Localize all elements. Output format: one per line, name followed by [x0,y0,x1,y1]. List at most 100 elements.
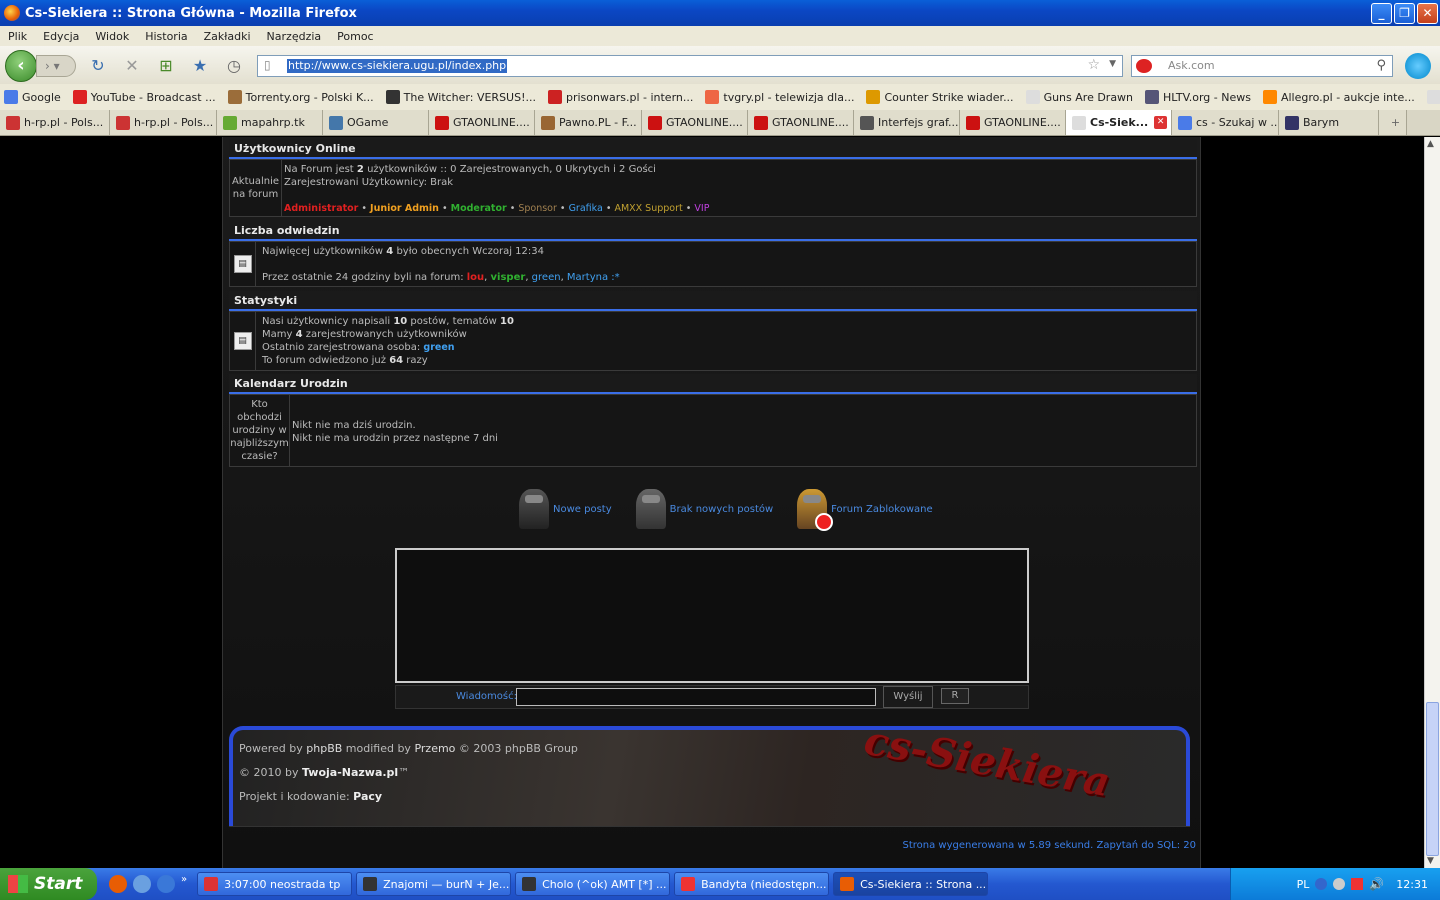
user-group-link[interactable]: Martyna :* [567,272,620,283]
scroll-down-icon[interactable]: ▼ [1427,856,1434,866]
refresh-button[interactable]: R [941,688,969,704]
antivirus-icon[interactable] [1351,878,1364,890]
browser-tab[interactable]: Barym [1279,110,1379,135]
bookmark-label: tvgry.pl - telewizja dla... [723,90,855,104]
maximize-button[interactable]: ❐ [1394,3,1415,24]
menu-item[interactable]: Widok [87,30,137,43]
browser-tab[interactable]: h-rp.pl - Pols... [0,110,110,135]
vertical-scrollbar[interactable]: ▲ ▼ [1424,137,1440,868]
menu-item[interactable]: Plik [0,30,35,43]
taskbar-button[interactable]: 3:07:00 neostrada tp [197,872,353,896]
browser-tab[interactable]: mapahrp.tk [217,110,323,135]
browser-tab[interactable]: h-rp.pl - Pols... [110,110,217,135]
birthday-box: Kto obchodzi urodziny w najbliższym czas… [229,394,1197,467]
browser-tab[interactable]: Interfejs graf... [854,110,960,135]
bookmark-item[interactable]: Allegro.pl - aukcje inte... [1259,90,1415,104]
user-group-link[interactable]: AMXX Support [614,203,682,214]
shoutbox-messages[interactable] [395,548,1029,683]
more-icon[interactable]: » [181,874,187,885]
taskbar-button[interactable]: Cs-Siekiera :: Strona ... [833,872,989,896]
stop-icon[interactable]: ✕ [122,56,142,76]
browser-tab[interactable]: OGame [323,110,429,135]
menu-item[interactable]: Pomoc [329,30,381,43]
language-indicator[interactable]: PL [1297,878,1310,891]
browser-tab[interactable]: GTAONLINE.... [429,110,535,135]
browser-tab[interactable]: GTAONLINE.... [960,110,1066,135]
bookmark-item[interactable]: Torrenty.org - Polski K... [224,90,374,104]
powered-by: Powered by phpBB modified by Przemo © 20… [239,742,578,755]
tab-label: h-rp.pl - Pols... [134,116,214,129]
przemo-link[interactable]: Przemo [414,742,455,755]
bookmark-item[interactable]: tvgry.pl - telewizja dla... [701,90,854,104]
address-bar[interactable]: ▯ http://www.cs-siekiera.ugu.pl/index.ph… [257,55,1123,77]
reload-icon[interactable]: ↻ [88,56,108,76]
search-input[interactable]: Ask.com ⚲ [1131,55,1393,77]
scroll-thumb[interactable] [1426,702,1439,856]
history-icon[interactable]: ◷ [224,56,244,76]
browser-tab[interactable]: cs - Szukaj w ... [1172,110,1279,135]
copyright: © 2010 by Twoja-Nazwa.pl™ [239,766,410,779]
bookmark-item[interactable]: Google [0,90,61,104]
tab-favicon-icon [435,115,449,130]
url-text[interactable]: http://www.cs-siekiera.ugu.pl/index.php [287,59,508,73]
menu-item[interactable]: Zakładki [196,30,259,43]
dropdown-icon[interactable]: ▼ [1109,59,1116,69]
bookmark-item[interactable]: YouTube - Broadcast ... [69,90,216,104]
taskbar-button[interactable]: Cholo (^ok) AMT [*] ... [515,872,671,896]
forum-container: Użytkownicy Online Aktualnie na forum Na… [222,137,1201,868]
phpbb-link[interactable]: phpBB [306,742,342,755]
user-group-link[interactable]: Moderator [451,203,507,214]
minimize-button[interactable]: _ [1371,3,1392,24]
user-group-link[interactable]: green [532,272,561,283]
close-tab-icon[interactable]: ✕ [1154,116,1168,129]
menu-item[interactable]: Edycja [35,30,87,43]
desktop-quicklaunch-icon[interactable] [157,875,175,893]
taskbar-button[interactable]: Znajomi — burN + Je... [356,872,512,896]
search-icon[interactable]: ⚲ [1376,56,1386,76]
volume-icon[interactable]: 🔊 [1369,877,1384,891]
browser-tab[interactable]: GTAONLINE.... [642,110,748,135]
new-tab-icon[interactable]: ⊞ [156,56,176,76]
bookmark-item[interactable]: prisonwars.pl - intern... [544,90,693,104]
newest-user-link[interactable]: green [423,342,454,353]
bookmark-item[interactable]: The Witcher: VERSUS!... [382,90,536,104]
menu-item[interactable]: Narzędzia [259,30,330,43]
scroll-up-icon[interactable]: ▲ [1427,139,1434,149]
browser-tab[interactable]: Pawno.PL - F... [535,110,642,135]
start-button[interactable]: Start [0,868,97,900]
visits-icon-cell: ▤ [230,242,256,286]
close-button[interactable]: ✕ [1417,3,1438,24]
send-button[interactable]: Wyślij [883,686,933,708]
back-button[interactable]: ‹ [5,50,37,82]
forward-button[interactable]: › ▾ [36,55,76,77]
firefox-quicklaunch-icon[interactable] [109,875,127,893]
message-input[interactable] [516,688,876,706]
tab-favicon-icon [966,115,980,130]
stats-header: Statystyki [229,291,1197,311]
user-group-link[interactable]: Junior Admin [370,203,439,214]
user-group-link[interactable]: lou [467,272,484,283]
user-group-link[interactable]: VIP [694,203,709,214]
bookmark-item[interactable]: Counter Strike wiader... [862,90,1014,104]
user-group-link[interactable]: visper [491,272,526,283]
tab-favicon-icon [648,115,662,130]
steam-icon[interactable] [1333,878,1346,890]
menu-item[interactable]: Historia [137,30,195,43]
bookmark-item[interactable]: HLTV.org - News [1141,90,1251,104]
bookmarks-icon[interactable]: ★ [190,56,210,76]
bookmark-item[interactable]: citylife.jun.pl :: Stron... [1423,90,1440,104]
star-icon[interactable]: ☆ [1087,57,1100,73]
network-icon[interactable] [1315,878,1328,890]
browser-tab[interactable]: Cs-Siek... ✕ [1066,110,1172,135]
ie-quicklaunch-icon[interactable] [133,875,151,893]
clock[interactable]: 12:31 [1396,878,1428,891]
skype-icon[interactable] [1405,53,1431,79]
browser-tab[interactable]: GTAONLINE.... [748,110,854,135]
taskbar-button[interactable]: Bandyta (niedostępn... [674,872,830,896]
user-group-link[interactable]: Sponsor [518,203,557,214]
user-group-link[interactable]: Administrator [284,203,358,214]
new-tab-button[interactable]: + [1379,110,1407,135]
bookmark-favicon-icon [1025,90,1040,104]
bookmark-item[interactable]: Guns Are Drawn [1022,90,1133,104]
user-group-link[interactable]: Grafika [569,203,603,214]
